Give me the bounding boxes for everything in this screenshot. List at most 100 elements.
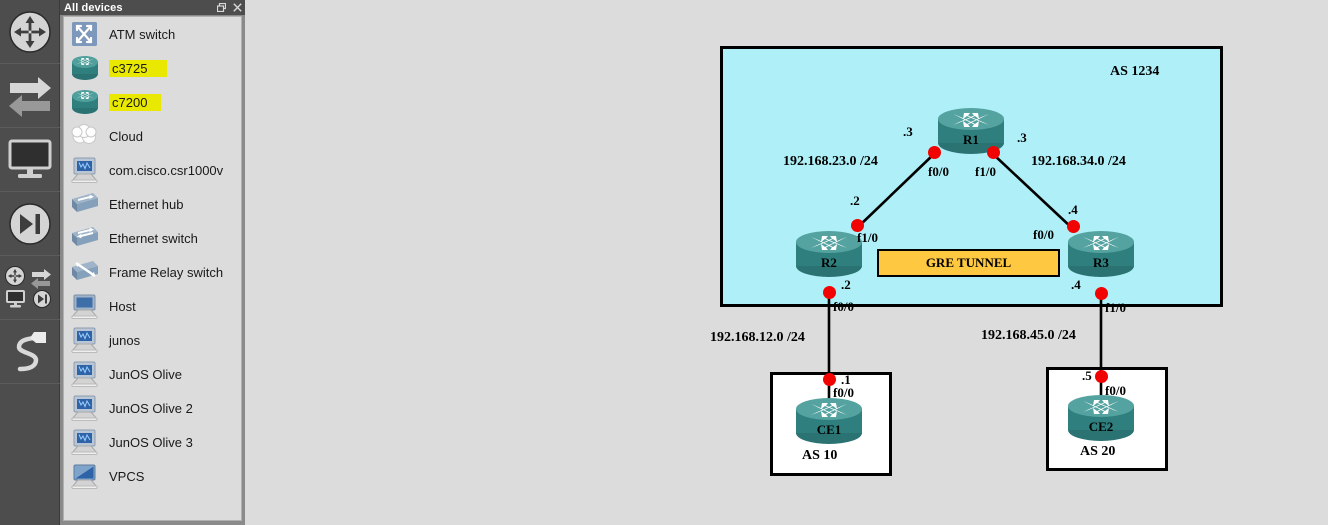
device-list-item[interactable]: JunOS Olive 2 [64,391,241,425]
router-node-ce2[interactable]: CE2 [1065,392,1137,444]
all-devices-button[interactable] [0,256,60,320]
node-label-r3: R3 [1093,255,1109,270]
device-list-item[interactable]: com.cisco.csr1000v [64,153,241,187]
network-label-r1-r2: 192.168.23.0 /24 [783,154,878,169]
device-item-icon [69,359,103,389]
security-devices-button[interactable] [0,192,60,256]
device-type-toolbar [0,0,60,525]
switches-button[interactable] [0,64,60,128]
interface-label-r2-f0-0: f0/0 [833,299,854,314]
device-list-item[interactable]: junos [64,323,241,357]
link-endpoint-dot[interactable] [987,146,1000,159]
device-item-icon [69,223,103,253]
qemu-vm-icon [70,395,99,421]
device-item-label: Ethernet switch [109,230,198,246]
device-item-label: com.cisco.csr1000v [109,162,224,178]
device-item-icon [69,393,103,423]
router-node-ce1[interactable]: CE1 [793,395,865,447]
link-cable-icon [16,331,46,371]
qemu-vm-icon [70,327,99,353]
device-item-icon [69,53,103,83]
device-item-icon [69,87,103,117]
router-icon [72,56,98,80]
router-node-r3[interactable]: R3 [1065,228,1137,280]
network-label-r3-ce2: 192.168.45.0 /24 [981,328,1076,343]
add-link-button[interactable] [0,320,60,384]
switch-icon [72,227,98,246]
hub-icon [72,193,98,212]
link-endpoint-dot[interactable] [823,286,836,299]
host-id-label-ce2: .5 [1082,368,1092,383]
host-id-label-r1-right: .3 [1017,130,1027,145]
as-1234-label: AS 1234 [1110,64,1160,79]
device-list-item[interactable]: Cloud [64,119,241,153]
qemu-vm-icon [70,361,99,387]
device-item-label: junos [109,332,141,348]
device-item-label: ATM switch [109,26,176,42]
device-item-icon [69,291,103,321]
device-item-icon [69,427,103,457]
device-list-item[interactable]: JunOS Olive 3 [64,425,241,459]
cloud-icon [71,124,97,144]
node-label-r2: R2 [821,255,837,270]
frame-relay-icon [72,261,98,280]
network-label-r1-r3: 192.168.34.0 /24 [1031,154,1126,169]
link-endpoint-dot[interactable] [1095,370,1108,383]
ce1-as-label: AS 10 [802,448,838,463]
host-icon [70,294,99,319]
interface-label-r2-f1-0: f1/0 [857,230,878,245]
device-item-icon [69,189,103,219]
link-endpoint-dot[interactable] [1095,287,1108,300]
device-list-item[interactable]: Ethernet switch [64,221,241,255]
panel-titlebar: All devices [60,0,245,15]
close-icon[interactable] [233,0,242,17]
device-item-label: JunOS Olive 3 [109,434,193,450]
interface-label-r1-f0-0: f0/0 [928,164,949,179]
all-devices-panel: All devices ATM switch c3725 c7200 Cloud… [60,0,245,525]
network-label-r2-ce1: 192.168.12.0 /24 [710,330,805,345]
router-node-r2[interactable]: R2 [793,228,865,280]
device-item-label: VPCS [109,468,145,484]
device-list-item[interactable]: c7200 [64,85,241,119]
monitor-icon [8,139,52,178]
device-item-icon [69,461,103,491]
host-id-label-ce1: .1 [841,372,851,387]
routers-button[interactable] [0,0,60,64]
interface-label-r1-f1-0: f1/0 [975,164,996,179]
device-item-label: c3725 [109,59,168,77]
router-icon [72,90,98,114]
interface-label-r3-f0-0: f0/0 [1033,227,1054,242]
device-list-item[interactable]: ATM switch [64,17,241,51]
device-list-item[interactable]: Host [64,289,241,323]
host-id-label-r2-down: .2 [841,277,851,292]
device-item-label: Ethernet hub [109,196,184,212]
switch-icon [9,76,51,117]
end-devices-button[interactable] [0,128,60,192]
vpcs-icon [70,464,99,489]
ce2-as-label: AS 20 [1080,444,1116,459]
host-id-label-r2-up: .2 [850,193,860,208]
device-item-icon [69,155,103,185]
device-list[interactable]: ATM switch c3725 c7200 Cloud com.cisco.c… [63,16,242,521]
qemu-vm-icon [70,157,99,183]
device-list-item[interactable]: JunOS Olive [64,357,241,391]
interface-label-ce2-f0-0: f0/0 [1105,383,1126,398]
device-item-icon [69,19,103,49]
device-item-icon [69,257,103,287]
node-label-ce2: CE2 [1088,419,1114,434]
link-endpoint-dot[interactable] [1067,220,1080,233]
firewall-icon [9,202,51,245]
all-devices-icon [5,265,51,308]
link-endpoint-dot[interactable] [928,146,941,159]
device-list-item[interactable]: VPCS [64,459,241,493]
device-item-icon [69,325,103,355]
device-list-item[interactable]: Ethernet hub [64,187,241,221]
restore-icon[interactable] [216,0,227,17]
host-id-label-r3-down: .4 [1071,277,1081,292]
topology-canvas[interactable]: R1 R2 R3 CE1 CE2 GRE TUNNEL AS 1234 AS 1… [245,0,1328,525]
device-list-item[interactable]: Frame Relay switch [64,255,241,289]
device-item-label: JunOS Olive 2 [109,400,193,416]
router-icon [796,231,862,277]
router-icon [1068,395,1134,441]
device-list-item[interactable]: c3725 [64,51,241,85]
